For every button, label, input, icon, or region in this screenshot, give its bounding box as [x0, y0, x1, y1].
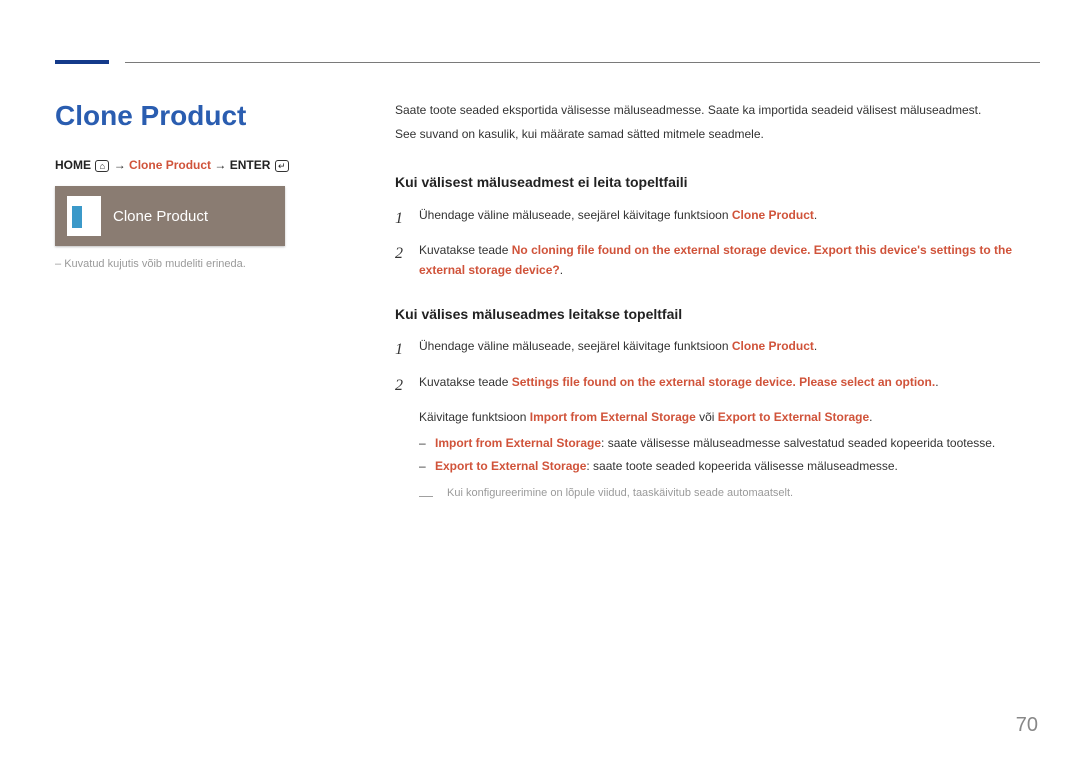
step: 2 Kuvatakse teade No cloning file found …	[395, 240, 1040, 281]
left-column: Clone Product HOME ⌂ → Clone Product → E…	[55, 100, 395, 508]
text: .	[814, 339, 817, 353]
header-rule	[125, 62, 1040, 63]
breadcrumb-arrow: →	[214, 158, 229, 172]
home-icon: ⌂	[95, 160, 109, 172]
highlight: Clone Product	[732, 339, 814, 353]
text: .	[869, 410, 872, 424]
dash-item: – Import from External Storage: saate vä…	[419, 433, 1040, 453]
highlight: Clone Product	[732, 208, 814, 222]
text: .	[814, 208, 817, 222]
page-title: Clone Product	[55, 100, 365, 132]
step-body: Ühendage väline mäluseade, seejärel käiv…	[419, 336, 1040, 363]
step: 1 Ühendage väline mäluseade, seejärel kä…	[395, 336, 1040, 363]
text: või	[696, 410, 718, 424]
text: .	[935, 375, 938, 389]
section-heading-duplicate-found: Kui välises mäluseadmes leitakse topeltf…	[395, 303, 1040, 327]
breadcrumb: HOME ⌂ → Clone Product → ENTER ↵	[55, 158, 365, 172]
step-body: Kuvatakse teade No cloning file found on…	[419, 240, 1040, 281]
highlight: Import from External Storage	[530, 410, 696, 424]
document-page: Clone Product HOME ⌂ → Clone Product → E…	[0, 0, 1080, 548]
dash-icon: –	[419, 456, 435, 476]
text: Kui konfigureerimine on lõpule viidud, t…	[447, 484, 793, 508]
final-note: ― Kui konfigureerimine on lõpule viidud,…	[419, 484, 1040, 508]
section-heading-no-duplicate: Kui välisest mäluseadmest ei leita topel…	[395, 171, 1040, 195]
step-body: Ühendage väline mäluseade, seejärel käiv…	[419, 205, 1040, 232]
text: Ühendage väline mäluseade, seejärel käiv…	[419, 339, 732, 353]
highlight: Export to External Storage	[718, 410, 869, 424]
accent-bar	[55, 60, 109, 64]
step-number: 1	[395, 336, 419, 363]
text: .	[560, 263, 563, 277]
step: 2 Kuvatakse teade Settings file found on…	[395, 372, 1040, 399]
highlight: Export to External Storage	[435, 459, 586, 473]
step-number: 2	[395, 240, 419, 281]
page-number: 70	[1016, 714, 1038, 737]
dash-body: Import from External Storage: saate väli…	[435, 433, 995, 453]
dash-icon: –	[419, 433, 435, 453]
breadcrumb-enter: ENTER	[230, 158, 271, 172]
step: 1 Ühendage väline mäluseade, seejärel kä…	[395, 205, 1040, 232]
breadcrumb-arrow: →	[114, 158, 129, 172]
dash-body: Export to External Storage: saate toote …	[435, 456, 898, 476]
highlight: Settings file found on the external stor…	[512, 375, 935, 389]
enter-icon: ↵	[275, 160, 289, 172]
text: : saate välisesse mäluseadmesse salvesta…	[601, 436, 995, 450]
right-column: Saate toote seaded eksportida välisesse …	[395, 100, 1040, 508]
highlight: Import from External Storage	[435, 436, 601, 450]
thumbnail-note: Kuvatud kujutis võib mudeliti erineda.	[55, 258, 365, 270]
sub-instruction: Käivitage funktsioon Import from Externa…	[419, 407, 1040, 427]
clone-product-icon	[67, 196, 101, 236]
dash-item: – Export to External Storage: saate toot…	[419, 456, 1040, 476]
breadcrumb-item: Clone Product	[129, 158, 211, 172]
long-dash-icon: ―	[419, 484, 447, 508]
text: Kuvatakse teade	[419, 375, 512, 389]
text: Käivitage funktsioon	[419, 410, 530, 424]
clone-product-thumbnail: Clone Product	[55, 186, 285, 246]
intro-text-1: Saate toote seaded eksportida välisesse …	[395, 100, 1040, 120]
intro-text-2: See suvand on kasulik, kui määrate samad…	[395, 124, 1040, 144]
step-number: 2	[395, 372, 419, 399]
thumbnail-label: Clone Product	[113, 208, 208, 225]
step-number: 1	[395, 205, 419, 232]
step-body: Kuvatakse teade Settings file found on t…	[419, 372, 1040, 399]
breadcrumb-home: HOME	[55, 158, 91, 172]
text: Kuvatakse teade	[419, 243, 512, 257]
text: : saate toote seaded kopeerida välisesse…	[586, 459, 898, 473]
text: Ühendage väline mäluseade, seejärel käiv…	[419, 208, 732, 222]
